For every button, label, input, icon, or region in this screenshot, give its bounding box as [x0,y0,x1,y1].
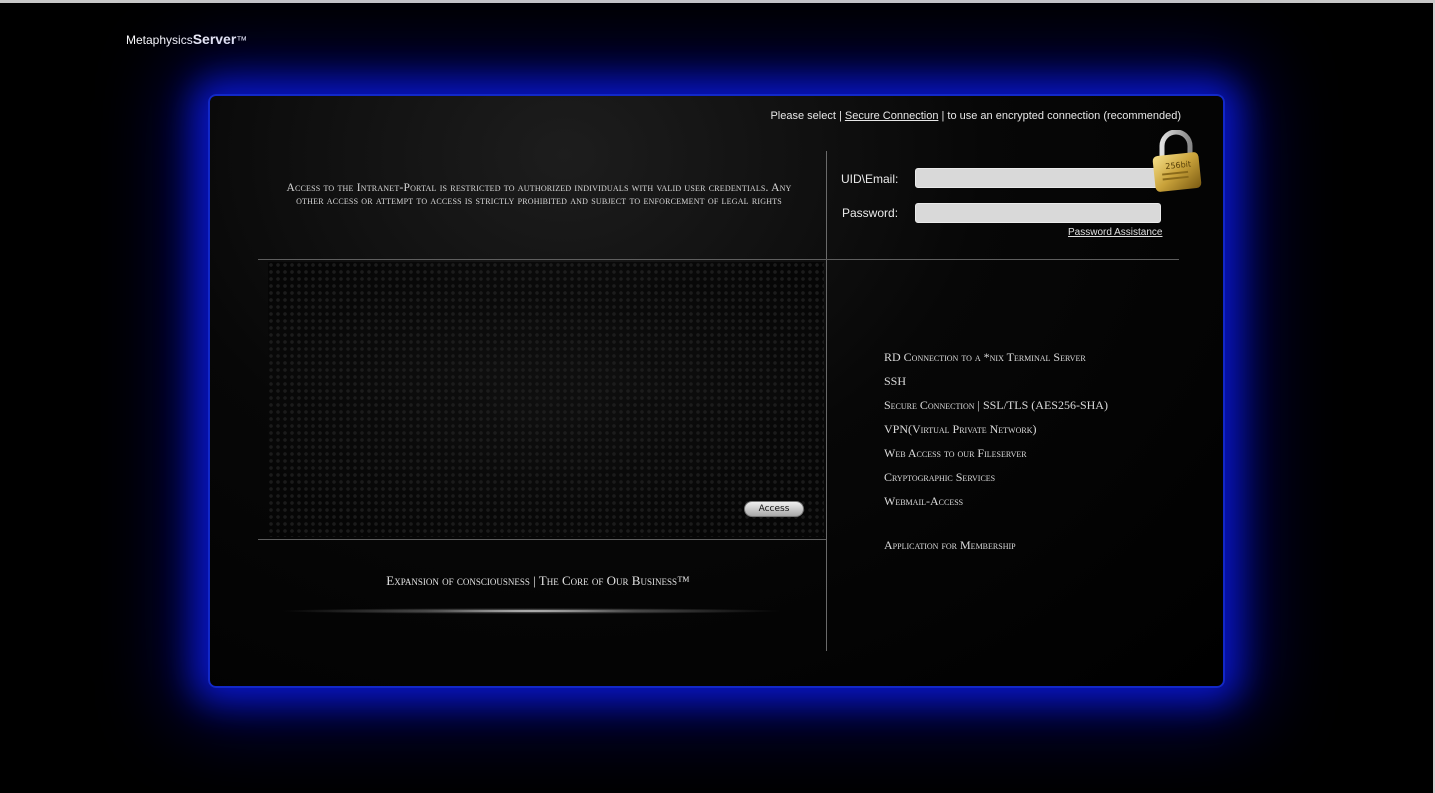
secure-connection-link[interactable]: Secure Connection [845,110,939,122]
horizontal-divider-top [258,259,1179,260]
brand-strong: Server [192,31,237,47]
secure-note-after: | to use an encrypted connection (recomm… [938,110,1181,122]
login-panel: Please select | Secure Connection | to u… [208,94,1225,688]
vertical-divider [826,151,827,651]
service-secure-connection[interactable]: Secure Connection | SSL/TLS (AES256-SHA) [884,398,1108,422]
service-rd-connection[interactable]: RD Connection to a *nix Terminal Server [884,350,1108,374]
decorative-texture [268,262,824,537]
uid-email-input[interactable] [915,168,1161,188]
access-notice: Access to the Intranet-Portal is restric… [286,182,792,207]
password-label: Password: [842,206,899,220]
brand-trademark: ™ [236,35,248,47]
padlock-icon: 256bit [1148,129,1206,194]
horizontal-divider-bottom [258,539,826,540]
uid-label: UID\Email: [841,172,899,186]
membership-application-link[interactable]: Application for Membership [884,538,1016,553]
window-top-edge [0,0,1435,3]
secure-note-before: Please select | [770,110,845,122]
access-button[interactable]: Access [744,501,804,517]
services-list: RD Connection to a *nix Terminal Server … [884,350,1108,518]
secure-connection-note: Please select | Secure Connection | to u… [770,110,1181,122]
password-assistance-link[interactable]: Password Assistance [1068,227,1163,238]
service-vpn[interactable]: VPN(Virtual Private Network) [884,422,1108,446]
service-cryptographic[interactable]: Cryptographic Services [884,470,1108,494]
service-web-fileserver[interactable]: Web Access to our Fileserver [884,446,1108,470]
brand-logo: MetaphysicsServer™ [126,31,247,47]
service-webmail[interactable]: Webmail-Access [884,494,1108,518]
decorative-glow-line [278,608,783,614]
service-ssh[interactable]: SSH [884,374,1108,398]
brand-prefix: Metaphysics [126,33,193,47]
password-input[interactable] [915,203,1161,223]
slogan: Expansion of consciousness | The Core of… [386,573,690,588]
